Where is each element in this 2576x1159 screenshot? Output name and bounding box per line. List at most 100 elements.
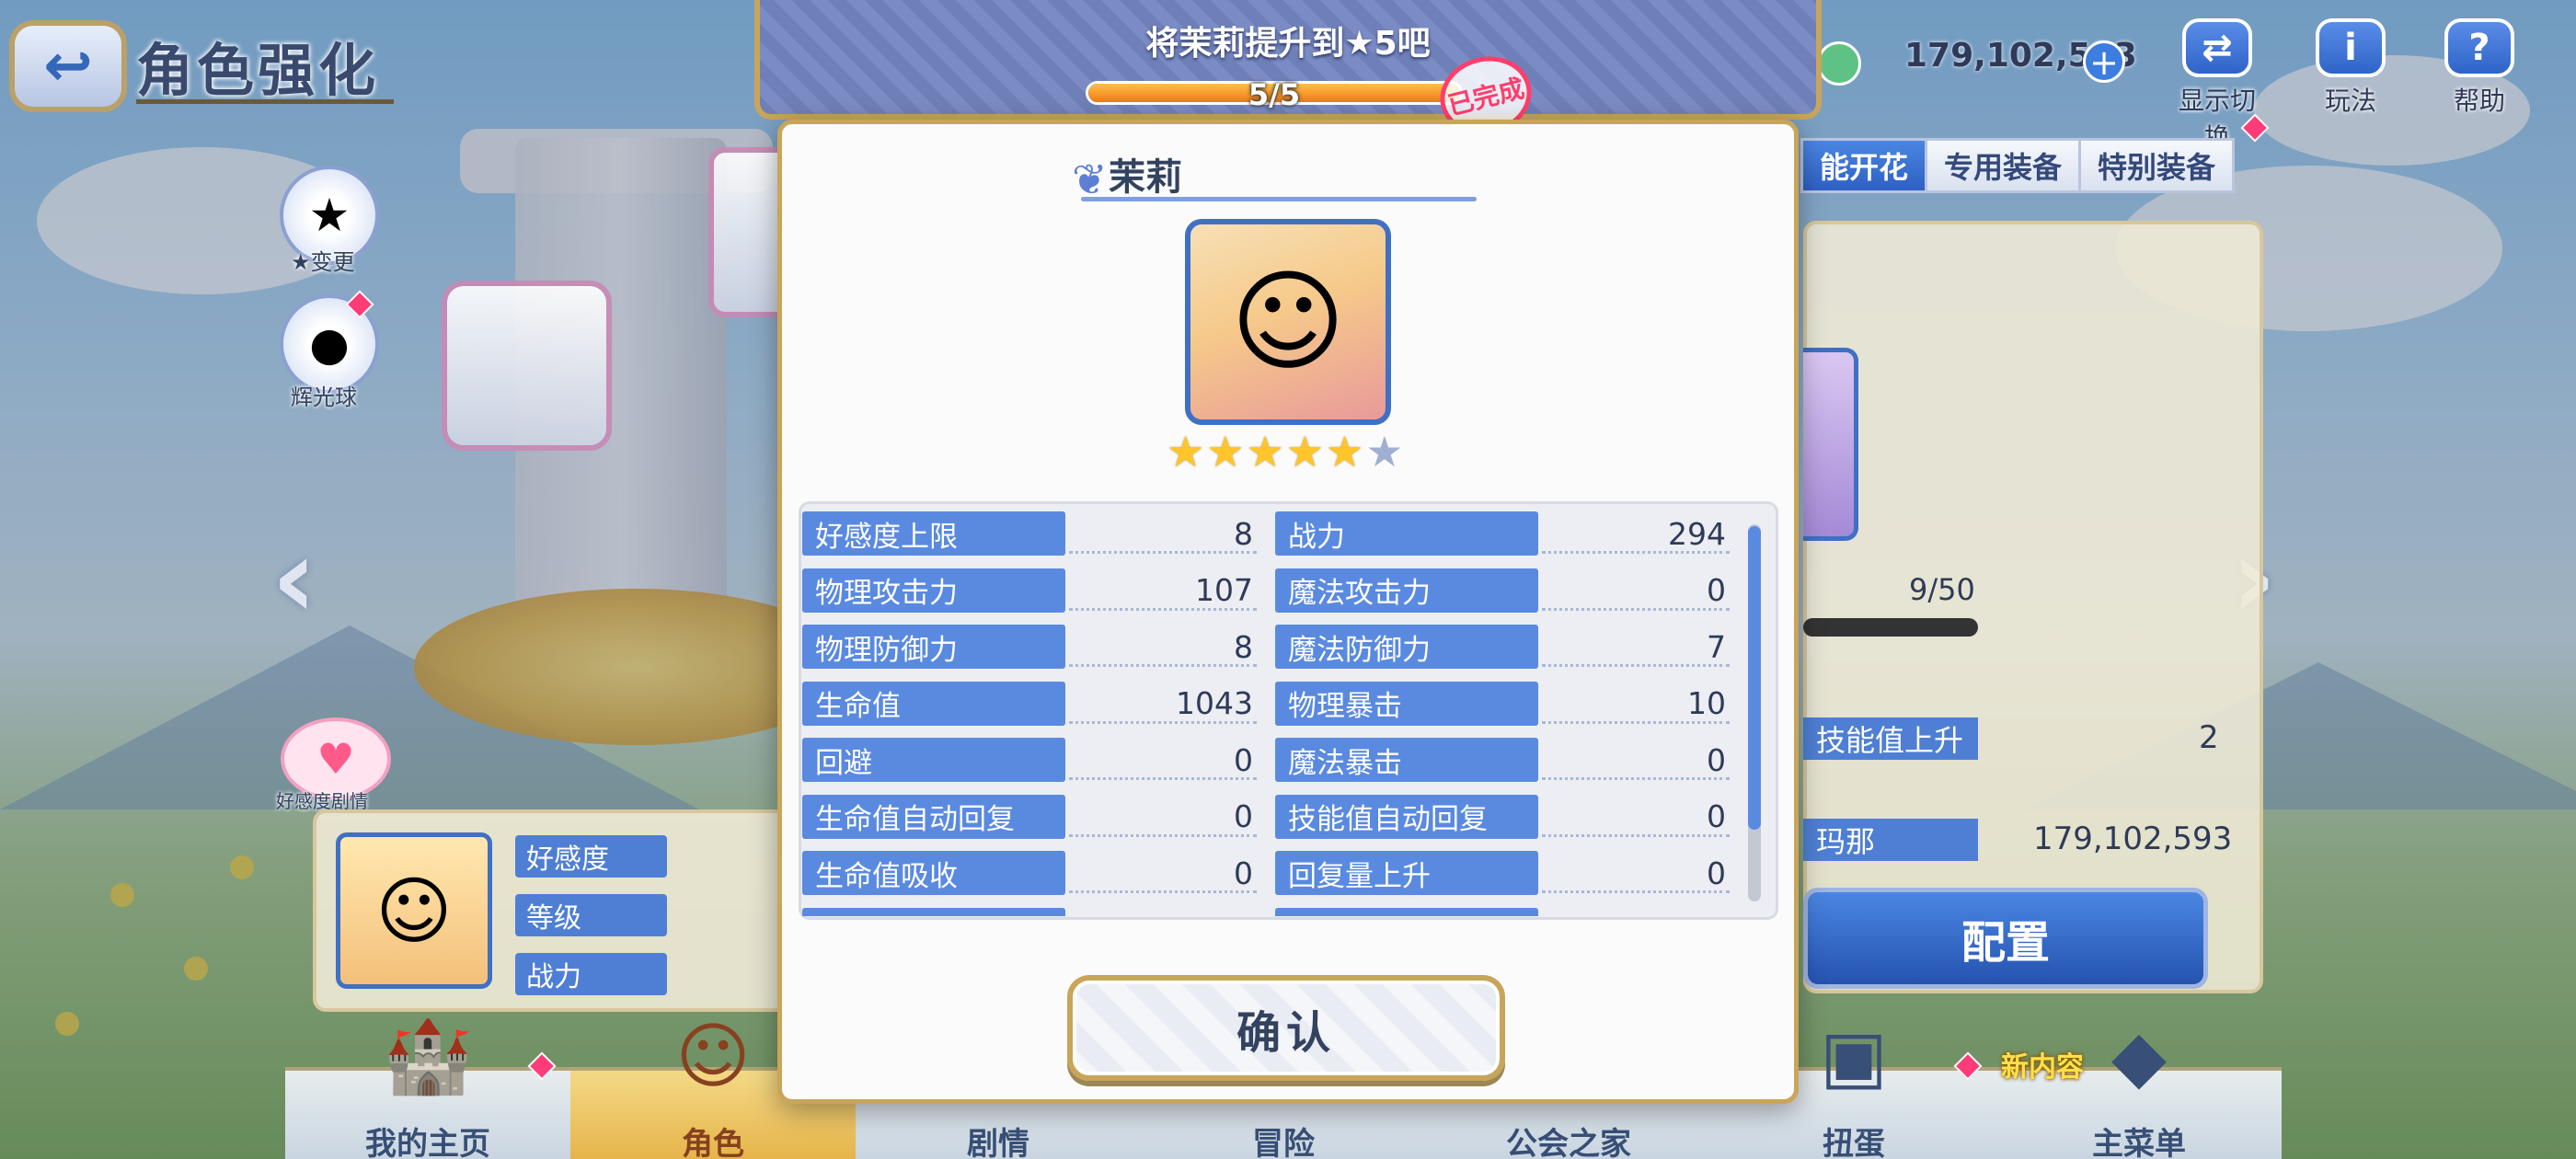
equipment-thumbnail[interactable] bbox=[1803, 348, 1858, 541]
nav-label: 主菜单 bbox=[2092, 1126, 2186, 1159]
add-currency-button[interactable]: + bbox=[2083, 40, 2125, 83]
stat-divider bbox=[1069, 551, 1257, 554]
back-arrow-icon: ↩ bbox=[43, 32, 93, 100]
stat-value: 0 bbox=[1234, 855, 1253, 891]
star-change-icon: ★ bbox=[308, 189, 351, 242]
stat-value: 294 bbox=[1668, 515, 1726, 552]
stat-label: 魔法攻击力 bbox=[1275, 568, 1538, 613]
stat-row: 魔法攻击力 0 bbox=[1275, 568, 1731, 613]
stats-grid: 好感度上限 8 战力 294 物理攻击力 107 魔法攻击力 0 物理防御力 8 魔法防御力 7 生命值… bbox=[802, 511, 1731, 916]
stat-value: 0 bbox=[1707, 798, 1726, 834]
stat-value: 1043 bbox=[1176, 685, 1253, 721]
stat-label: 魔法暴击 bbox=[1275, 738, 1538, 782]
stat-row: 物理攻击力 107 bbox=[802, 568, 1262, 613]
config-button[interactable]: 配置 bbox=[1803, 888, 2208, 989]
stat-row: 回复量上升 0 bbox=[1275, 851, 1731, 895]
stat-divider bbox=[1069, 664, 1257, 667]
stat-row: 生命值吸收 0 bbox=[802, 851, 1262, 895]
stat-label: 物理攻击力 bbox=[802, 568, 1065, 613]
star-icon: ★ bbox=[1206, 427, 1245, 476]
help-label: 帮助 bbox=[2453, 86, 2505, 116]
character-face-icon: ☺ bbox=[375, 867, 453, 954]
nav-label: 公会之家 bbox=[1506, 1126, 1631, 1159]
confirm-button[interactable]: 确认 bbox=[1067, 975, 1505, 1081]
star-change-label: ★变更 bbox=[291, 249, 355, 275]
right-info-panel bbox=[1803, 221, 2263, 993]
plus-icon: + bbox=[2089, 42, 2119, 83]
stat-divider bbox=[1542, 777, 1730, 780]
character-face-icon: ☺ bbox=[1230, 258, 1346, 386]
stat-label: 魔法防御力 bbox=[1275, 625, 1538, 669]
stat-divider bbox=[1069, 777, 1257, 780]
character-portrait: ☺ bbox=[1185, 219, 1391, 425]
character-thumbnail[interactable]: ☺ bbox=[336, 832, 492, 989]
star-icon: ★ bbox=[1365, 427, 1404, 476]
star-icon: ★ bbox=[1167, 427, 1205, 476]
stat-label bbox=[802, 907, 1065, 916]
shine-orb-label: 辉光球 bbox=[291, 384, 357, 410]
stat-label: 回复量上升 bbox=[1275, 851, 1538, 895]
modal-title: 将茉莉提升到★5吧 bbox=[1145, 25, 1431, 63]
skill-up-value: 2 bbox=[2199, 719, 2219, 756]
stat-row: 回避 0 bbox=[802, 738, 1262, 782]
stat-label: 物理防御力 bbox=[802, 625, 1065, 669]
gem-icon bbox=[1817, 41, 1861, 86]
nav-my-page[interactable]: 🏰 我的主页 bbox=[285, 1016, 570, 1159]
prev-character-arrow-icon[interactable]: ‹ bbox=[271, 515, 316, 643]
heart-icon: ♥ bbox=[316, 734, 355, 784]
page-title: 角色强化 bbox=[136, 37, 380, 104]
stat-value: 0 bbox=[1707, 572, 1726, 608]
stat-row: 生命值 1043 bbox=[802, 681, 1262, 726]
mana-value: 179,102,593 bbox=[2033, 820, 2233, 857]
stat-row-partial bbox=[802, 907, 1262, 916]
stat-label: 好感度上限 bbox=[802, 511, 1065, 556]
character-icon: ☺ bbox=[675, 1016, 751, 1098]
star-rating: ★ ★ ★ ★ ★ ★ bbox=[1167, 430, 1404, 473]
affection-label: 好感度 bbox=[515, 835, 667, 878]
gacha-machine-icon: ▣ bbox=[1820, 1016, 1888, 1098]
progress-count: 9/50 bbox=[1909, 572, 1975, 607]
tab-special-equipment[interactable]: 特别装备 bbox=[2078, 138, 2236, 193]
stat-value: 0 bbox=[1234, 741, 1253, 778]
tab-exclusive-equipment[interactable]: 专用装备 bbox=[1925, 138, 2082, 193]
stat-row: 魔法暴击 0 bbox=[1275, 738, 1731, 782]
stat-value: 8 bbox=[1234, 628, 1253, 665]
stat-divider bbox=[1542, 664, 1730, 667]
title-underline bbox=[136, 99, 394, 104]
stat-label bbox=[1275, 907, 1538, 916]
power-label: 战力 bbox=[515, 953, 667, 995]
mission-progress-text: 5/5 bbox=[1248, 77, 1301, 112]
back-button[interactable]: ↩ bbox=[9, 20, 127, 112]
stat-value: 0 bbox=[1707, 741, 1726, 778]
gameplay-button[interactable]: i 玩法 bbox=[2300, 18, 2401, 118]
skill-up-label: 技能值上升 bbox=[1803, 717, 1978, 760]
level-label: 等级 bbox=[515, 894, 667, 936]
stat-label: 战力 bbox=[1275, 511, 1538, 556]
stat-value: 7 bbox=[1707, 628, 1726, 665]
stat-label: 回避 bbox=[802, 738, 1065, 782]
stat-divider bbox=[1542, 607, 1730, 611]
nav-label: 冒险 bbox=[1252, 1126, 1315, 1159]
stat-label: 生命值吸收 bbox=[802, 851, 1065, 895]
stat-value: 8 bbox=[1234, 515, 1253, 552]
stats-scrollbar-thumb[interactable] bbox=[1748, 526, 1761, 830]
stat-divider bbox=[1069, 833, 1257, 837]
tab-skill-bloom[interactable]: 能开花 bbox=[1800, 138, 1928, 193]
portrait-frame bbox=[442, 281, 612, 451]
help-button[interactable]: ? 帮助 bbox=[2429, 18, 2530, 118]
nav-label: 剧情 bbox=[967, 1126, 1029, 1159]
stat-row: 物理防御力 8 bbox=[802, 625, 1262, 669]
star-icon: ★ bbox=[1285, 427, 1324, 476]
star-icon: ★ bbox=[1246, 427, 1284, 476]
stat-row: 物理暴击 10 bbox=[1275, 681, 1731, 726]
star-icon: ★ bbox=[1326, 427, 1364, 476]
mana-label: 玛那 bbox=[1803, 819, 1978, 861]
info-icon: i bbox=[2316, 18, 2386, 77]
stat-label: 物理暴击 bbox=[1275, 681, 1538, 726]
help-icon: ? bbox=[2444, 18, 2514, 77]
gameplay-label: 玩法 bbox=[2324, 86, 2376, 116]
stat-divider bbox=[1542, 833, 1730, 837]
stat-divider bbox=[1069, 890, 1257, 893]
nav-label: 我的主页 bbox=[365, 1126, 490, 1159]
equipment-tab-bar: 能开花 专用装备 特别装备 bbox=[1800, 138, 2236, 193]
